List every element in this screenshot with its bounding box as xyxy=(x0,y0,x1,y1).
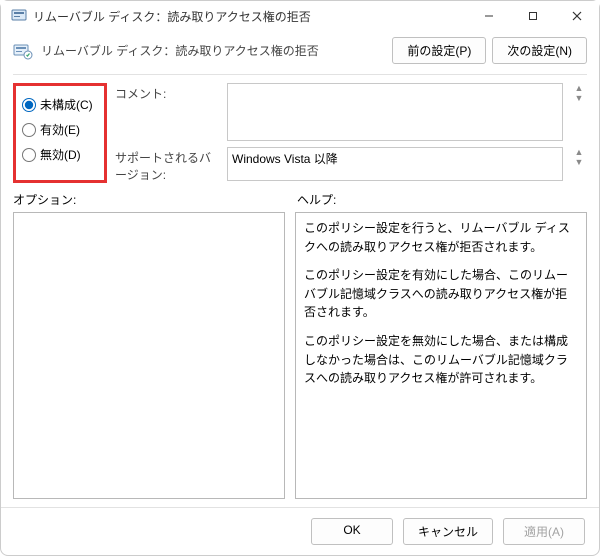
radio-not-configured-input[interactable] xyxy=(22,98,36,112)
footer: OK キャンセル 適用(A) xyxy=(1,507,599,555)
supported-scroll-hint: ▲ ▼ xyxy=(571,147,587,167)
radio-not-configured-label: 未構成(C) xyxy=(40,96,93,113)
help-paragraph: このポリシー設定を有効にした場合、このリムーバブル記憶域クラスへの読み取りアクセ… xyxy=(304,266,578,322)
options-panel xyxy=(13,212,285,499)
supported-field-row: サポートされるバージョン: Windows Vista 以降 ▲ ▼ xyxy=(115,147,587,183)
config-area: 未構成(C) 有効(E) 無効(D) コメント: ▲ ▼ サポートされるバージョ… xyxy=(1,75,599,183)
scroll-down-icon: ▼ xyxy=(571,93,587,103)
comment-label: コメント: xyxy=(115,83,219,102)
right-fields: コメント: ▲ ▼ サポートされるバージョン: Windows Vista 以降… xyxy=(115,83,587,183)
comment-field-row: コメント: ▲ ▼ xyxy=(115,83,587,141)
apply-button[interactable]: 適用(A) xyxy=(503,518,585,545)
title-bar: リムーバブル ディスク：読み取りアクセス権の拒否 xyxy=(1,1,599,31)
radio-enabled-input[interactable] xyxy=(22,123,36,137)
scroll-down-icon: ▼ xyxy=(571,157,587,167)
comment-textarea[interactable] xyxy=(227,83,563,141)
radio-not-configured[interactable]: 未構成(C) xyxy=(22,92,104,117)
radio-enabled[interactable]: 有効(E) xyxy=(22,117,104,142)
state-radio-group: 未構成(C) 有効(E) 無効(D) xyxy=(13,83,107,183)
scroll-up-icon: ▲ xyxy=(571,147,587,157)
window-controls xyxy=(467,1,599,31)
radio-disabled-label: 無効(D) xyxy=(40,146,81,163)
maximize-button[interactable] xyxy=(511,1,555,31)
header-subtitle: リムーバブル ディスク：読み取りアクセス権の拒否 xyxy=(41,42,384,59)
help-paragraph: このポリシー設定を行うと、リムーバブル ディスクへの読み取りアクセス権が拒否され… xyxy=(304,219,578,256)
help-paragraph: このポリシー設定を無効にした場合、または構成しなかった場合は、このリムーバブル記… xyxy=(304,332,578,388)
radio-enabled-label: 有効(E) xyxy=(40,121,80,138)
scroll-up-icon: ▲ xyxy=(571,83,587,93)
ok-button[interactable]: OK xyxy=(311,518,393,545)
supported-label: サポートされるバージョン: xyxy=(115,147,219,183)
supported-value: Windows Vista 以降 xyxy=(227,147,563,181)
previous-setting-button[interactable]: 前の設定(P) xyxy=(392,37,486,64)
minimize-button[interactable] xyxy=(467,1,511,31)
policy-header-icon xyxy=(13,42,33,60)
radio-disabled[interactable]: 無効(D) xyxy=(22,142,104,167)
header-row: リムーバブル ディスク：読み取りアクセス権の拒否 前の設定(P) 次の設定(N) xyxy=(1,31,599,74)
policy-icon xyxy=(11,8,27,24)
panels: このポリシー設定を行うと、リムーバブル ディスクへの読み取りアクセス権が拒否され… xyxy=(1,212,599,507)
window-title: リムーバブル ディスク：読み取りアクセス権の拒否 xyxy=(33,8,467,25)
cancel-button[interactable]: キャンセル xyxy=(403,518,493,545)
help-section-label: ヘルプ: xyxy=(297,191,587,208)
section-labels: オプション: ヘルプ: xyxy=(1,183,599,212)
comment-scroll-hint: ▲ ▼ xyxy=(571,83,587,103)
next-setting-button[interactable]: 次の設定(N) xyxy=(492,37,587,64)
help-panel: このポリシー設定を行うと、リムーバブル ディスクへの読み取りアクセス権が拒否され… xyxy=(295,212,587,499)
nav-buttons: 前の設定(P) 次の設定(N) xyxy=(392,37,587,64)
radio-disabled-input[interactable] xyxy=(22,148,36,162)
options-section-label: オプション: xyxy=(13,191,285,208)
close-button[interactable] xyxy=(555,1,599,31)
